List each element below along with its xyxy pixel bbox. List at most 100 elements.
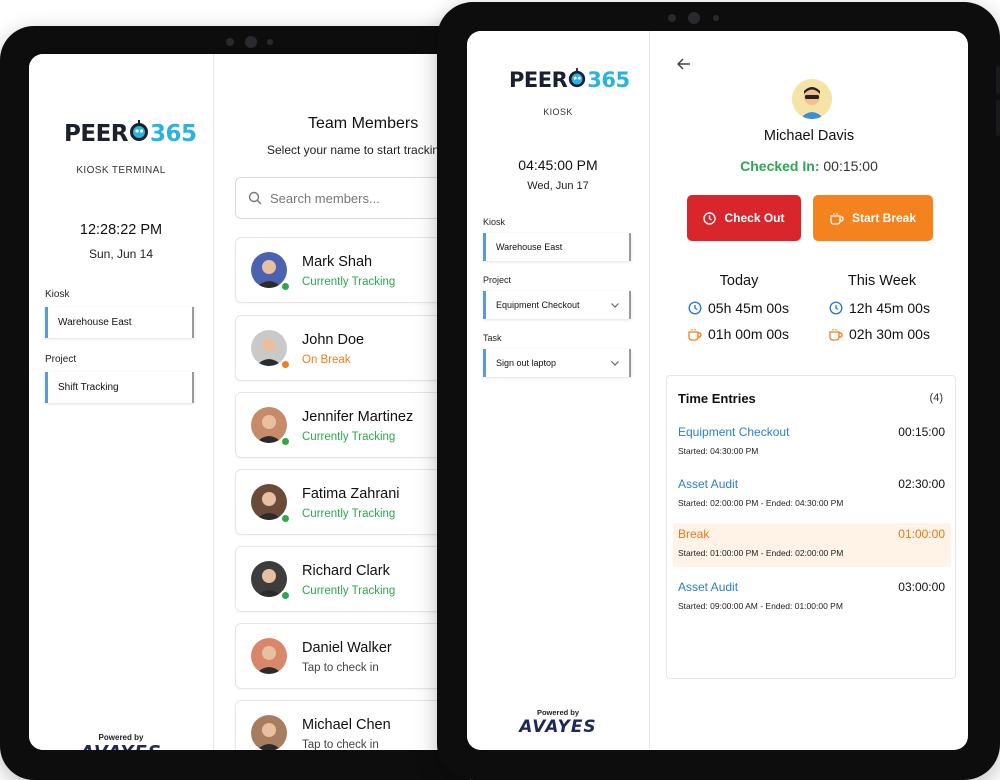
camera-lens (245, 36, 257, 48)
today-work-value: 05h 45m 00s (708, 300, 789, 316)
time-entries-count: (4) (929, 392, 943, 404)
member-card[interactable]: Michael Chen Tap to check in (235, 700, 470, 750)
start-break-label: Start Break (851, 211, 917, 225)
camera-lens (688, 12, 700, 24)
project-label: Project (45, 354, 77, 365)
robot-logo-icon (569, 68, 586, 88)
chevron-down-icon (611, 300, 619, 310)
back-arrow-icon[interactable] (676, 57, 691, 75)
task-select[interactable]: Sign out laptop (483, 349, 631, 377)
member-name: John Doe (302, 332, 365, 348)
checked-in-status: Checked In: 00:15:00 (650, 158, 968, 174)
search-input[interactable] (270, 190, 460, 206)
member-status: Currently Tracking (302, 585, 396, 597)
robot-logo-icon (130, 120, 148, 141)
start-break-button[interactable]: Start Break (813, 195, 933, 241)
status-dot (280, 590, 291, 601)
status-dot (280, 359, 291, 370)
project-select-value: Equipment Checkout (496, 300, 580, 310)
entry-detail: Started: 01:00:00 PM - Ended: 02:00:00 P… (678, 548, 844, 558)
avayes-logo: AVAYES (519, 717, 597, 737)
peer365-logo: PEER 365 (509, 68, 630, 92)
task-label: Task (483, 333, 502, 343)
powered-by-label: Powered by (536, 708, 580, 717)
stage: PEER 365 KIOSK TERMINAL 12:28:22 PM Sun,… (0, 0, 1000, 780)
coffee-cup-icon (829, 328, 843, 341)
clock-date: Wed, Jun 17 (527, 180, 589, 192)
member-name: Daniel Walker (302, 640, 392, 656)
back-tablet: PEER 365 KIOSK TERMINAL 12:28:22 PM Sun,… (0, 26, 470, 780)
member-card[interactable]: Richard Clark Currently Tracking (235, 546, 470, 612)
task-select-value: Sign out laptop (496, 358, 557, 368)
peer365-logo: PEER 365 (64, 120, 197, 147)
member-search[interactable] (235, 177, 470, 219)
time-entry-row[interactable]: Break 01:00:00 Started: 01:00:00 PM - Ende… (673, 523, 951, 567)
week-work-total: 12h 45m 00s (829, 300, 930, 316)
kiosk-field-value: Warehouse East (58, 317, 132, 328)
entry-detail: Started: 04:30:00 PM (678, 446, 759, 456)
kiosk-field[interactable]: Warehouse East (45, 307, 194, 338)
member-name: Jennifer Martinez (302, 409, 414, 425)
entry-name[interactable]: Asset Audit (678, 477, 738, 491)
status-dot (280, 436, 291, 447)
entry-duration: 03:00:00 (898, 580, 945, 594)
coffee-cup-icon (688, 328, 702, 341)
member-status: Tap to check in (302, 739, 379, 750)
member-card[interactable]: Jennifer Martinez Currently Tracking (235, 392, 470, 458)
entry-detail: Started: 09:00:00 AM - Ended: 01:00:00 P… (678, 601, 843, 611)
check-out-label: Check Out (724, 211, 785, 225)
member-card[interactable]: Mark Shah Currently Tracking (235, 237, 470, 303)
kiosk-label: Kiosk (483, 217, 506, 227)
power-button (996, 100, 1000, 136)
today-break-value: 01h 00m 00s (708, 326, 789, 342)
entry-duration: 01:00:00 (898, 527, 945, 541)
powered-by-label: Powered by (98, 733, 144, 742)
week-break-value: 02h 30m 00s (849, 326, 930, 342)
time-entry-row[interactable]: Asset Audit 03:00:00 Started: 09:00:00 AM … (673, 576, 951, 620)
sensor-dot (713, 15, 719, 21)
time-entry-row[interactable]: Equipment Checkout 00:15:00 Started: 04:30… (673, 421, 951, 465)
kiosk-field[interactable]: Warehouse East (483, 233, 631, 261)
user-name: Michael Davis (763, 128, 855, 144)
checked-in-time: 00:15:00 (823, 158, 878, 174)
member-name: Fatima Zahrani (302, 486, 400, 502)
camera-dot (668, 14, 676, 22)
entry-name[interactable]: Break (678, 527, 709, 541)
clock-icon (829, 301, 843, 315)
entry-duration: 00:15:00 (898, 425, 945, 439)
check-out-button[interactable]: Check Out (687, 195, 801, 241)
project-select[interactable]: Equipment Checkout (483, 291, 631, 319)
today-work-total: 05h 45m 00s (688, 300, 789, 316)
project-field[interactable]: Shift Tracking (45, 372, 194, 403)
clock-date: Sun, Jun 14 (88, 247, 154, 261)
kiosk-sidebar: PEER 365 KIOSK TERMINAL 12:28:22 PM Sun,… (29, 54, 214, 750)
status-dot (280, 513, 291, 524)
volume-button (996, 66, 1000, 94)
member-card[interactable]: John Doe On Break (235, 315, 470, 381)
kiosk-label: Kiosk (45, 289, 70, 300)
time-entries-panel: Time Entries (4) Equipment Checkout 00:15… (666, 375, 956, 679)
member-card[interactable]: Fatima Zahrani Currently Tracking (235, 469, 470, 535)
time-entry-row[interactable]: Asset Audit 02:30:00 Started: 02:00:00 PM … (673, 473, 951, 517)
kiosk-title: KIOSK (543, 107, 573, 117)
member-status: Currently Tracking (302, 431, 396, 443)
member-status: Tap to check in (302, 662, 379, 674)
time-entries-title: Time Entries (678, 391, 756, 406)
team-members-subtitle: Select your name to start tracking (267, 143, 446, 157)
member-status: On Break (302, 354, 351, 366)
member-card[interactable]: Daniel Walker Tap to check in (235, 623, 470, 689)
week-break-total: 02h 30m 00s (829, 326, 930, 342)
entry-name[interactable]: Asset Audit (678, 580, 738, 594)
entry-duration: 02:30:00 (898, 477, 945, 491)
project-label: Project (483, 275, 512, 285)
entry-name[interactable]: Equipment Checkout (678, 425, 789, 439)
coffee-cup-icon (830, 212, 844, 225)
member-name: Richard Clark (302, 563, 390, 579)
member-avatar (251, 715, 287, 750)
front-tablet: PEER 365 KIOSK 04:45:00 PM Wed, Jun 17 K… (437, 2, 1000, 780)
kiosk-terminal-title: KIOSK TERMINAL (76, 165, 166, 176)
week-work-value: 12h 45m 00s (849, 300, 930, 316)
clock-time: 04:45:00 PM (518, 157, 598, 173)
chevron-down-icon (611, 358, 619, 368)
front-tablet-screen: PEER 365 KIOSK 04:45:00 PM Wed, Jun 17 K… (467, 31, 968, 750)
